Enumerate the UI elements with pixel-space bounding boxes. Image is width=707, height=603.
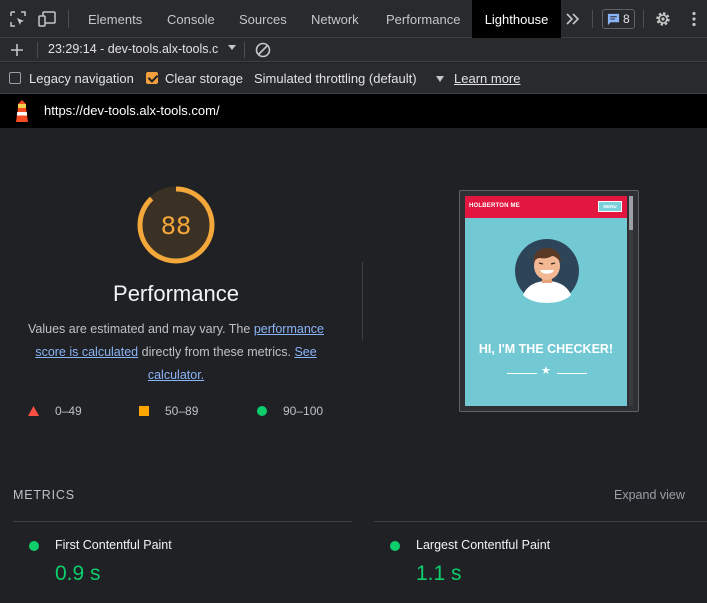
lighthouse-logo-icon	[16, 100, 28, 122]
metric-lcp-value: 1.1 s	[416, 562, 462, 585]
clear-storage-label: Clear storage	[165, 71, 244, 86]
device-toolbar-icon[interactable]	[37, 9, 57, 29]
metrics-heading: METRICS	[13, 488, 75, 502]
block-icon[interactable]	[254, 41, 272, 59]
plus-icon[interactable]	[9, 42, 25, 58]
screenshot-scrollbar	[629, 196, 633, 406]
category-title: Performance	[113, 281, 239, 306]
throttling-chevron-down-icon[interactable]	[436, 76, 444, 82]
metric-divider	[374, 521, 707, 522]
legacy-navigation-label: Legacy navigation	[29, 71, 134, 86]
throttling-select[interactable]: Simulated throttling (default)	[254, 71, 417, 86]
metric-divider	[13, 521, 352, 522]
expand-view-toggle[interactable]: Expand view	[614, 488, 685, 502]
screenshot-menu-button: MENU	[598, 201, 622, 212]
tab-performance[interactable]: Performance	[374, 0, 472, 38]
more-options-icon[interactable]	[684, 9, 704, 29]
screenshot-header: HOLBERTON ME MENU	[465, 196, 627, 218]
screenshot-brand: HOLBERTON ME	[469, 203, 520, 209]
screenshot-hero-text: HI, I'M THE CHECKER!	[478, 342, 614, 356]
tab-sources[interactable]: Sources	[227, 0, 299, 38]
url-bar: https://dev-tools.alx-tools.com/	[0, 94, 707, 128]
report-content: 88 Performance Values are estimated and …	[0, 128, 707, 603]
lighthouse-toolbar: 23:29:14 - dev-tools.alx-tools.c	[0, 38, 707, 62]
avatar	[515, 239, 579, 303]
metric-fcp-name: First Contentful Paint	[55, 538, 172, 552]
chevron-down-icon[interactable]	[228, 45, 236, 50]
gear-icon[interactable]	[653, 9, 673, 29]
legend-fail-range: 0–49	[55, 404, 82, 418]
pass-circle-icon	[29, 541, 39, 551]
tab-elements[interactable]: Elements	[76, 0, 154, 38]
legacy-navigation-checkbox[interactable]	[9, 72, 21, 84]
legend-average-range: 50–89	[165, 404, 199, 418]
fail-triangle-icon	[28, 406, 39, 416]
devtools-tabbar: Elements Console Sources Network Perform…	[0, 0, 707, 38]
pass-circle-icon	[257, 406, 267, 416]
message-icon	[607, 13, 620, 26]
screenshot-divider	[557, 373, 587, 374]
issues-count: 8	[623, 12, 630, 26]
pass-circle-icon	[390, 541, 400, 551]
average-square-icon	[139, 406, 149, 416]
tab-console[interactable]: Console	[155, 0, 227, 38]
inspect-element-icon[interactable]	[8, 9, 28, 29]
score-value: 88	[160, 212, 192, 240]
tab-lighthouse[interactable]: Lighthouse	[472, 0, 561, 38]
legend-pass-range: 90–100	[283, 404, 324, 418]
final-screenshot[interactable]: HOLBERTON ME MENU HI, I'M THE CHECKER! ★	[459, 190, 639, 412]
star-icon: ★	[541, 365, 551, 377]
screenshot-page: HOLBERTON ME MENU HI, I'M THE CHECKER! ★	[465, 196, 627, 406]
issues-badge[interactable]: 8	[602, 9, 635, 29]
metric-fcp-value: 0.9 s	[55, 562, 101, 585]
audited-url: https://dev-tools.alx-tools.com/	[44, 103, 220, 118]
clear-storage-checkbox[interactable]	[146, 72, 158, 84]
learn-more-link[interactable]: Learn more	[454, 71, 520, 86]
tab-network[interactable]: Network	[299, 0, 371, 38]
screenshot-divider	[507, 373, 537, 374]
lighthouse-options: Legacy navigation Clear storage Simulate…	[0, 63, 707, 94]
report-select[interactable]: 23:29:14 - dev-tools.alx-tools.c	[48, 42, 224, 56]
more-tabs-icon[interactable]	[563, 9, 583, 29]
score-description: Values are estimated and may vary. The p…	[28, 322, 324, 382]
metric-lcp-name: Largest Contentful Paint	[416, 538, 551, 552]
divider	[362, 262, 363, 340]
